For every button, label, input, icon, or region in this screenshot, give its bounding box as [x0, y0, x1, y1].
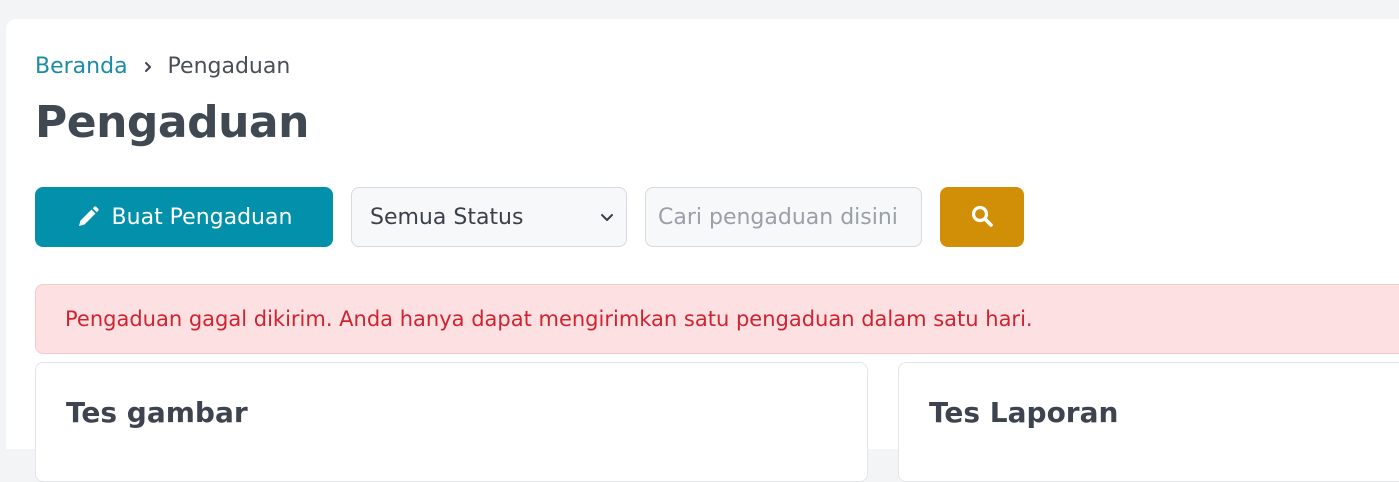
complaint-card[interactable]: Tes gambar [35, 362, 868, 482]
breadcrumb: Beranda Pengaduan [35, 53, 290, 81]
create-complaint-label: Buat Pengaduan [111, 204, 293, 230]
create-complaint-button[interactable]: Buat Pengaduan [35, 187, 333, 247]
complaint-card-title: Tes gambar [66, 396, 248, 429]
pencil-icon [76, 205, 100, 229]
search-input[interactable] [645, 187, 922, 247]
search-icon [970, 204, 994, 231]
error-alert: Pengaduan gagal dikirim. Anda hanya dapa… [35, 284, 1399, 354]
page-title: Pengaduan [35, 97, 309, 148]
error-alert-message: Pengaduan gagal dikirim. Anda hanya dapa… [65, 307, 1033, 331]
chevron-right-icon [142, 61, 154, 73]
complaint-card[interactable]: Tes Laporan [898, 362, 1399, 482]
status-filter-select[interactable]: Semua Status [351, 187, 627, 247]
search-button[interactable] [940, 187, 1024, 247]
breadcrumb-home-link[interactable]: Beranda [35, 53, 128, 81]
complaint-card-title: Tes Laporan [929, 396, 1119, 429]
main-panel: Beranda Pengaduan Pengaduan Buat Pengadu… [6, 19, 1399, 482]
breadcrumb-current: Pengaduan [167, 54, 291, 79]
status-filter-value: Semua Status [370, 204, 524, 230]
chevron-down-icon [600, 205, 614, 230]
